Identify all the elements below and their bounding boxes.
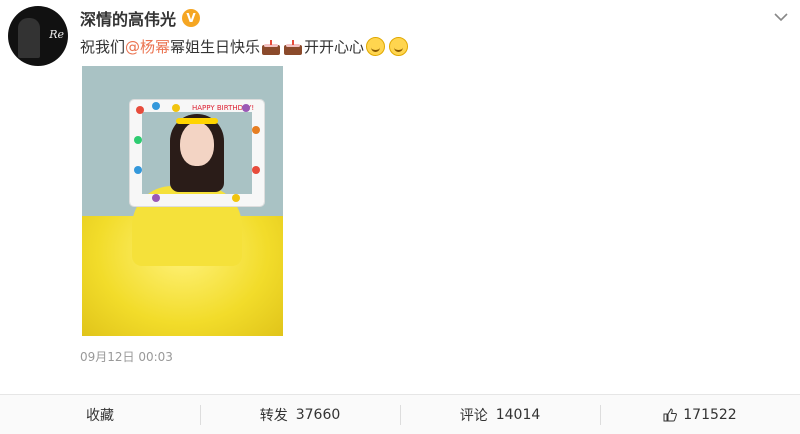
frame-dot (152, 194, 160, 202)
author-name-text[interactable]: 深情的高伟光 (80, 6, 176, 30)
post-content: 祝我们 @杨幂 幂姐生日快乐 开开心心 (80, 36, 410, 57)
content-prefix: 祝我们 (80, 38, 126, 56)
avatar[interactable]: Re (8, 6, 68, 66)
smile-emoji-icon (389, 37, 409, 56)
frame-dot (242, 104, 250, 112)
author-name[interactable]: 深情的高伟光 V (80, 6, 201, 30)
frame-dot (152, 102, 160, 110)
action-bar: 收藏 转发 37660 评论 14014 171522 (0, 394, 800, 434)
smile-emoji-icon (366, 37, 386, 56)
frame-dot (134, 136, 142, 144)
mention-link[interactable]: @杨幂 (125, 36, 170, 57)
frame-dot (172, 104, 180, 112)
repost-button[interactable]: 转发 37660 (200, 395, 400, 434)
content-middle: 幂姐生日快乐 (170, 38, 261, 56)
comment-count: 14014 (495, 406, 541, 423)
favorite-button[interactable]: 收藏 (0, 395, 200, 434)
frame-dot (252, 166, 260, 174)
repost-label: 转发 (259, 407, 288, 424)
like-button[interactable]: 171522 (600, 395, 800, 434)
comment-button[interactable]: 评论 14014 (400, 395, 600, 434)
chevron-down-icon[interactable] (774, 10, 788, 26)
post-timestamp[interactable]: 09月12日 00:03 (80, 348, 173, 365)
cake-emoji-icon (262, 39, 281, 55)
favorite-label: 收藏 (86, 407, 114, 424)
avatar-text: Re (49, 28, 64, 41)
verified-badge-icon: V (182, 9, 201, 27)
avatar-figure (18, 18, 40, 58)
frame-dot (252, 126, 260, 134)
photo-birthday-frame (130, 100, 264, 206)
thumb-up-icon (663, 407, 678, 422)
post-photo[interactable]: HAPPY BIRTHDAY! (82, 66, 283, 336)
repost-count: 37660 (295, 406, 341, 423)
content-suffix: 开开心心 (304, 38, 365, 56)
frame-dot (136, 106, 144, 114)
frame-dot (232, 194, 240, 202)
comment-label: 评论 (459, 407, 488, 424)
cake-emoji-icon (284, 39, 303, 55)
like-count: 171522 (683, 406, 737, 423)
frame-dot (134, 166, 142, 174)
